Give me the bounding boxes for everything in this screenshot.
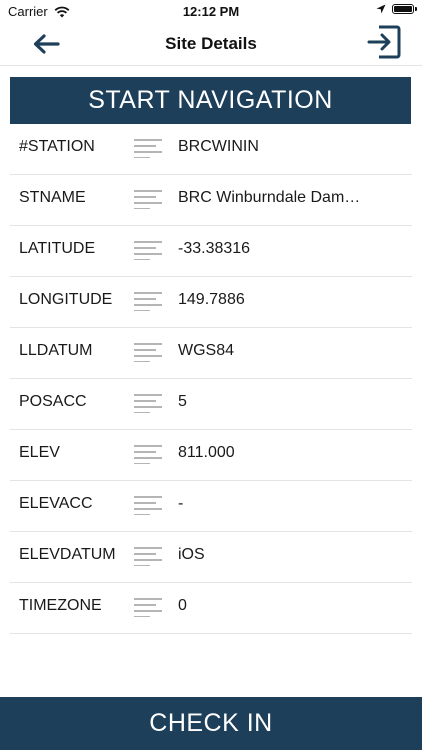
battery-level <box>394 6 412 12</box>
site-details-list: #STATION BRCWININ STNAME BRC Winburndale Da… <box>0 124 422 634</box>
detail-row: LATITUDE -33.38316 <box>0 226 422 277</box>
detail-label: ELEVACC <box>19 495 93 512</box>
detail-row: POSACC 5 <box>0 379 422 430</box>
detail-label: ELEV <box>19 444 60 461</box>
row-icon <box>134 393 164 413</box>
row-icon <box>134 342 164 362</box>
text-lines-icon <box>134 139 162 158</box>
detail-label: #STATION <box>19 138 95 155</box>
detail-value: - <box>178 495 184 512</box>
detail-label: STNAME <box>19 189 86 206</box>
status-bar: Carrier 12:12 PM <box>0 0 422 22</box>
detail-value: 0 <box>178 597 187 614</box>
row-icon <box>134 291 164 311</box>
exit-to-right-icon <box>367 25 401 59</box>
text-lines-icon <box>134 445 162 464</box>
detail-row: #STATION BRCWININ <box>0 124 422 175</box>
text-lines-icon <box>134 598 162 617</box>
detail-value: BRC Winburndale Dam… <box>178 189 361 206</box>
detail-value: iOS <box>178 546 205 563</box>
detail-value: 149.7886 <box>178 291 245 308</box>
detail-value: 5 <box>178 393 187 410</box>
battery-tip <box>415 7 417 11</box>
detail-row: LONGITUDE 149.7886 <box>0 277 422 328</box>
row-icon <box>134 240 164 260</box>
detail-value: 811.000 <box>178 444 235 461</box>
row-icon <box>134 138 164 158</box>
row-icon <box>134 546 164 566</box>
status-right <box>376 4 417 14</box>
detail-label: LLDATUM <box>19 342 93 359</box>
detail-row: LLDATUM WGS84 <box>0 328 422 379</box>
detail-row: STNAME BRC Winburndale Dam… <box>0 175 422 226</box>
detail-row: ELEVDATUM iOS <box>0 532 422 583</box>
page-title: Site Details <box>165 34 257 53</box>
detail-label: TIMEZONE <box>19 597 102 614</box>
detail-value: WGS84 <box>178 342 235 359</box>
location-arrow-icon <box>376 4 386 14</box>
text-lines-icon <box>134 190 162 209</box>
detail-label: POSACC <box>19 393 87 410</box>
row-icon <box>134 597 164 617</box>
detail-row: TIMEZONE 0 <box>0 583 422 634</box>
detail-value: BRCWININ <box>178 138 259 155</box>
detail-row: ELEVACC - <box>0 481 422 532</box>
detail-row: ELEV 811.000 <box>0 430 422 481</box>
detail-label: ELEVDATUM <box>19 546 116 563</box>
row-icon <box>134 495 164 515</box>
text-lines-icon <box>134 394 162 413</box>
text-lines-icon <box>134 292 162 311</box>
text-lines-icon <box>134 343 162 362</box>
detail-label: LATITUDE <box>19 240 96 257</box>
row-icon <box>134 444 164 464</box>
text-lines-icon <box>134 241 162 260</box>
battery-icon <box>392 4 417 14</box>
text-lines-icon <box>134 496 162 515</box>
detail-label: LONGITUDE <box>19 291 113 308</box>
start-navigation-button[interactable]: START NAVIGATION <box>10 77 411 124</box>
row-divider <box>10 633 412 634</box>
text-lines-icon <box>134 547 162 566</box>
check-in-button[interactable]: CHECK IN <box>0 697 422 750</box>
navigation-bar: Site Details <box>0 22 422 66</box>
exit-button[interactable] <box>366 24 402 60</box>
status-time: 12:12 PM <box>182 4 240 19</box>
row-icon <box>134 189 164 209</box>
detail-value: -33.38316 <box>178 240 251 257</box>
